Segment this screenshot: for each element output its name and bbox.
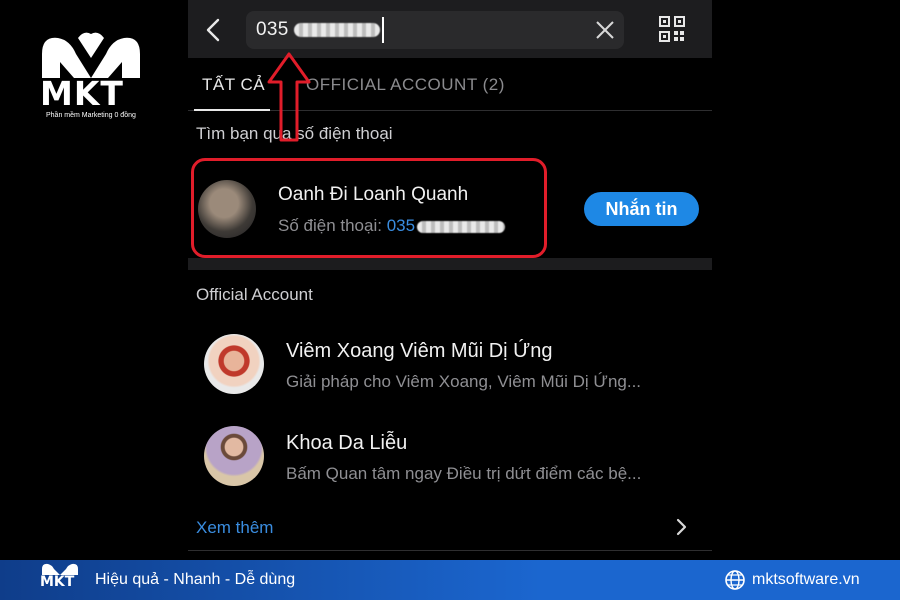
back-button[interactable]: [200, 14, 228, 46]
avatar: [204, 426, 264, 486]
qr-scan-button[interactable]: [658, 15, 686, 43]
tab-all-label: TẤT CẢ: [202, 75, 266, 94]
oa-name: Viêm Xoang Viêm Mũi Dị Ứng: [286, 340, 553, 362]
highlight-box: [191, 158, 547, 258]
footer-logo-text: MKT: [40, 574, 75, 590]
tab-official-account[interactable]: OFFICIAL ACCOUNT (2): [306, 75, 505, 95]
official-account-heading: Official Account: [196, 285, 313, 304]
list-item[interactable]: Viêm Xoang Viêm Mũi Dị Ứng Giải pháp cho…: [188, 320, 712, 412]
chevron-left-icon: [206, 18, 220, 42]
globe-icon: [724, 569, 746, 591]
chevron-right-icon: [674, 518, 688, 536]
footer-website[interactable]: mktsoftware.vn: [752, 571, 860, 589]
message-button[interactable]: Nhắn tin: [584, 192, 699, 226]
redacted-digits: [294, 23, 380, 37]
footer-banner: MKT Hiệu quả - Nhanh - Dễ dùng mktsoftwa…: [0, 560, 900, 600]
section-divider: [188, 258, 712, 270]
clear-search-button[interactable]: [594, 19, 616, 41]
logo-tagline: Phần mềm Marketing 0 đồng: [46, 112, 136, 119]
footer-logo: MKT: [40, 562, 80, 598]
search-input-value: 035: [256, 19, 289, 40]
arrow-up-icon: [264, 50, 314, 145]
avatar: [204, 334, 264, 394]
active-tab-indicator: [194, 109, 270, 111]
close-icon: [596, 21, 614, 39]
logo-text: MKT: [40, 74, 124, 113]
qr-code-icon: [659, 16, 685, 42]
tab-all[interactable]: TẤT CẢ: [202, 75, 265, 95]
see-more-row[interactable]: Xem thêm: [188, 506, 712, 551]
footer-slogan: Hiệu quả - Nhanh - Dễ dùng: [95, 571, 296, 588]
mkt-logo: MKT Phần mềm Marketing 0 đồng: [38, 28, 144, 120]
text-caret: [382, 17, 384, 43]
oa-name: Khoa Da Liễu: [286, 432, 408, 454]
search-input[interactable]: 035: [246, 11, 624, 49]
oa-description: Giải pháp cho Viêm Xoang, Viêm Mũi Dị Ứn…: [286, 372, 642, 391]
see-more-link[interactable]: Xem thêm: [196, 518, 273, 538]
oa-description: Bấm Quan tâm ngay Điều trị dứt điểm các …: [286, 464, 642, 483]
tab-official-account-label: OFFICIAL ACCOUNT (2): [306, 75, 505, 94]
list-item[interactable]: Khoa Da Liễu Bấm Quan tâm ngay Điều trị …: [188, 412, 712, 504]
